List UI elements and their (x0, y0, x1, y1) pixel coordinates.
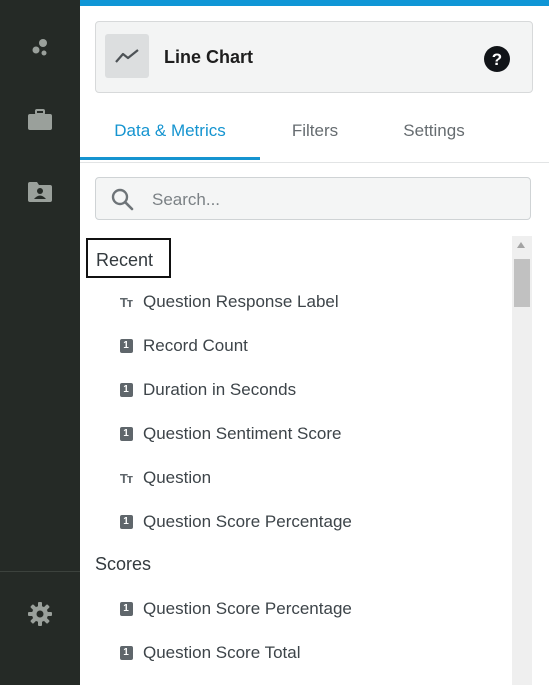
item-label: Record Count (143, 336, 248, 355)
left-rail (0, 0, 80, 685)
number-type-icon: 1 (118, 426, 134, 442)
tab-bar: Data & Metrics Filters Settings (80, 108, 549, 163)
item-label: Question Score Percentage (143, 599, 352, 618)
visualization-card[interactable]: Line Chart ? (95, 21, 533, 93)
list-item[interactable]: 1 Question Score Percentage (118, 510, 352, 534)
search-icon (110, 187, 134, 211)
list-item[interactable]: 1 Duration in Seconds (118, 378, 296, 402)
number-type-icon: 1 (118, 645, 134, 661)
text-type-icon: Tт (119, 470, 133, 486)
question-circle-icon[interactable]: ? (484, 46, 510, 72)
briefcase-icon[interactable] (24, 104, 56, 136)
section-header-scores: Scores (95, 554, 152, 574)
number-type-icon: 1 (118, 601, 134, 617)
side-panel: Line Chart ? Data & Metrics Filters Sett… (80, 0, 549, 685)
number-type-icon: 1 (118, 338, 134, 354)
item-label: Question Response Label (143, 292, 339, 311)
app: Line Chart ? Data & Metrics Filters Sett… (0, 0, 549, 685)
list-item[interactable]: 1 Question Score Percentage (118, 597, 352, 621)
list-item[interactable]: 1 Question Score Total (118, 641, 301, 665)
list-item[interactable]: 1 Question Sentiment Score (118, 422, 341, 446)
active-tab-indicator (80, 157, 260, 160)
search-input[interactable] (150, 178, 524, 221)
item-label: Question Sentiment Score (143, 424, 342, 443)
number-type-icon: 1 (118, 382, 134, 398)
section-header-recent: Recent (86, 238, 171, 278)
bubbles-icon[interactable] (24, 32, 56, 64)
line-chart-icon (105, 34, 149, 78)
rail-divider (0, 571, 80, 572)
folder-user-icon[interactable] (24, 176, 56, 208)
text-type-icon: Tт (119, 294, 133, 310)
item-label: Question (143, 468, 212, 487)
gear-icon[interactable] (24, 598, 56, 630)
tab-settings[interactable]: Settings (386, 108, 482, 160)
list-item[interactable]: Tт Question (118, 466, 211, 490)
list-item[interactable]: Tт Question Response Label (118, 290, 339, 314)
scrollbar[interactable] (512, 236, 532, 685)
search-box (95, 177, 531, 221)
item-label: Question Score Percentage (143, 512, 352, 531)
item-label: Question Score Total (143, 643, 301, 662)
field-list: Recent Tт Question Response Label 1 Reco… (80, 236, 510, 685)
list-item[interactable]: 1 Record Count (118, 334, 248, 358)
tab-data-metrics[interactable]: Data & Metrics (94, 108, 246, 160)
visualization-title: Line Chart (164, 47, 254, 67)
tab-filters[interactable]: Filters (274, 108, 356, 160)
svg-text:?: ? (492, 50, 502, 69)
top-accent-bar (80, 0, 549, 6)
number-type-icon: 1 (118, 514, 134, 530)
scrollbar-thumb[interactable] (514, 259, 530, 307)
scroll-up-arrow-icon[interactable] (517, 242, 525, 248)
item-label: Duration in Seconds (143, 380, 297, 399)
